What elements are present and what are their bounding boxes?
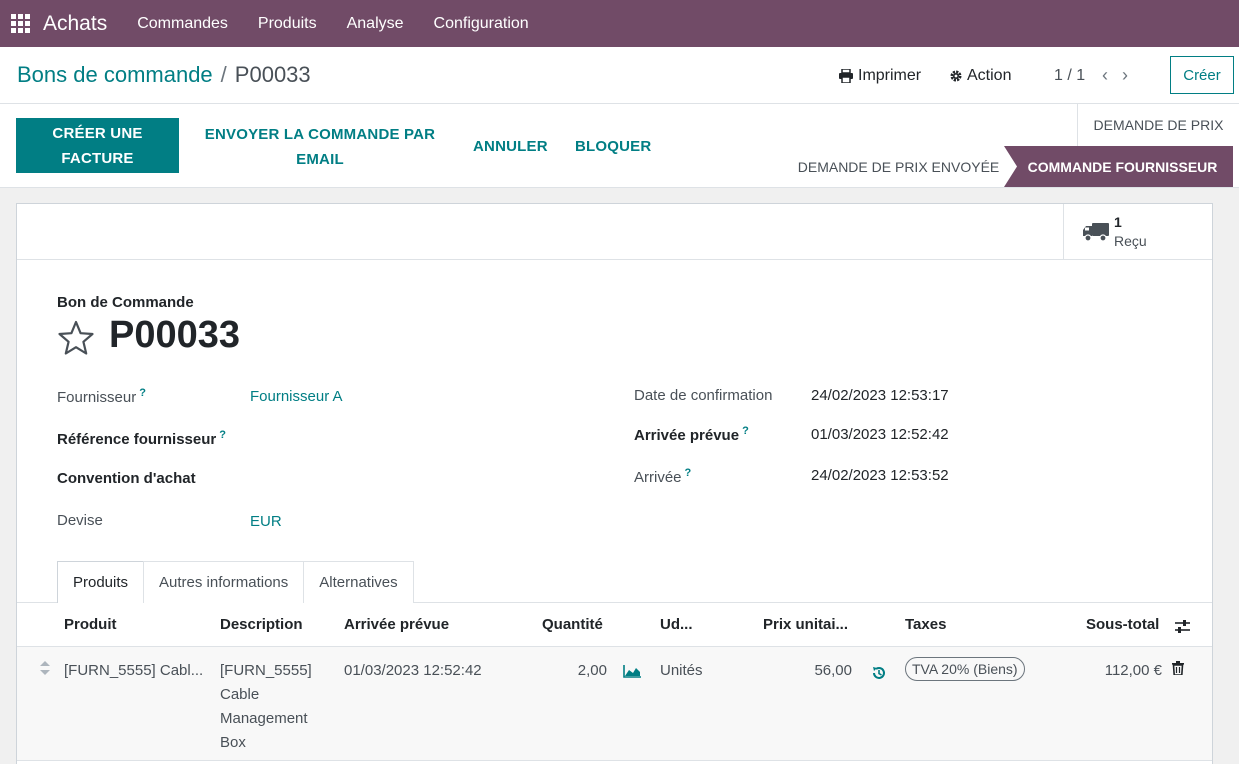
pager-nav: ‹ › (1102, 47, 1142, 104)
col-product[interactable]: Produit (64, 616, 117, 633)
price-history-icon[interactable] (871, 665, 887, 681)
expected-arrival-field[interactable]: 01/03/2023 12:52:42 (811, 426, 949, 443)
send-email-button[interactable]: ENVOYER LA COMMANDE PAR EMAIL (196, 122, 444, 172)
vendor-field[interactable]: Fournisseur A (250, 388, 343, 405)
menu-commandes[interactable]: Commandes (122, 0, 243, 47)
agreement-label: Convention d'achat (57, 470, 196, 487)
statusbar: CRÉER UNE FACTURE ENVOYER LA COMMANDE PA… (0, 104, 1239, 188)
drag-handle-icon[interactable] (40, 661, 50, 675)
arrival-field[interactable]: 24/02/2023 12:53:52 (811, 467, 949, 484)
help-icon[interactable]: ? (219, 429, 226, 441)
control-panel: Bons de commande / P00033 Imprimer Actio… (0, 47, 1239, 104)
col-unit-price[interactable]: Prix unitai... (763, 616, 848, 633)
app-name[interactable]: Achats (43, 12, 107, 36)
confirm-date-field[interactable]: 24/02/2023 12:53:17 (811, 387, 949, 404)
col-subtotal[interactable]: Sous-total (1086, 616, 1159, 633)
pager-value[interactable]: 1 / 1 (1054, 47, 1085, 104)
stage-quotation[interactable]: DEMANDE DE PRIX (1077, 104, 1239, 146)
row-product[interactable]: [FURN_5555] Cabl... (64, 659, 203, 683)
menu-analyse[interactable]: Analyse (332, 0, 419, 47)
vendor-ref-label: Référence fournisseur? (57, 429, 226, 448)
record-name: P00033 (109, 314, 241, 356)
table-row[interactable]: [FURN_5555] Cabl... [FURN_5555] Cable Ma… (17, 647, 1212, 761)
col-quantity[interactable]: Quantité (542, 616, 603, 633)
row-description[interactable]: [FURN_5555] Cable Management Box (220, 659, 330, 755)
create-button[interactable]: Créer (1170, 56, 1234, 94)
trash-icon[interactable] (1172, 661, 1184, 675)
printer-icon (839, 68, 853, 83)
description-line: Cable (220, 686, 260, 703)
currency-label: Devise (57, 512, 103, 529)
breadcrumb-separator: / (220, 62, 227, 87)
chevron-left-icon[interactable]: ‹ (1102, 65, 1108, 86)
row-subtotal: 112,00 € (1104, 662, 1162, 679)
arrival-label: Arrivée? (634, 467, 692, 486)
description-line: Management (220, 710, 308, 727)
table-header: Produit Description Arrivée prévue Quant… (17, 603, 1212, 647)
action-button[interactable]: Action (949, 47, 1011, 104)
form-sheet: 1 Reçu Bon de Commande P00033 Fournisseu… (16, 203, 1213, 764)
column-settings-icon[interactable] (1174, 619, 1191, 634)
stage-quotation-sent[interactable]: DEMANDE DE PRIX ENVOYÉE (790, 146, 1007, 187)
col-uom[interactable]: Ud... (660, 616, 693, 633)
receipt-count: 1 (1114, 213, 1122, 230)
top-navbar: Achats Commandes Produits Analyse Config… (0, 0, 1239, 47)
menu-produits[interactable]: Produits (243, 0, 332, 47)
row-unit-price[interactable]: 56,00 (777, 659, 852, 683)
row-quantity[interactable]: 2,00 (537, 659, 607, 683)
receipt-label: Reçu (1114, 232, 1147, 249)
col-description[interactable]: Description (220, 616, 303, 633)
expected-arrival-label: Arrivée prévue? (634, 425, 749, 444)
tax-badge[interactable]: TVA 20% (Biens) (905, 657, 1025, 681)
col-expected-arrival[interactable]: Arrivée prévue (344, 616, 449, 633)
apps-menu-icon[interactable] (0, 0, 40, 47)
block-button[interactable]: BLOQUER (575, 134, 651, 159)
row-expected-arrival[interactable]: 01/03/2023 12:52:42 (344, 659, 482, 683)
create-invoice-button[interactable]: CRÉER UNE FACTURE (16, 118, 179, 173)
help-icon[interactable]: ? (139, 387, 146, 399)
agreement-field[interactable] (250, 470, 580, 492)
help-icon[interactable]: ? (685, 467, 692, 479)
breadcrumb-current: P00033 (234, 62, 311, 87)
truck-icon (1083, 222, 1109, 242)
row-uom[interactable]: Unités (660, 659, 703, 683)
cancel-button[interactable]: ANNULER (473, 134, 548, 159)
notebook-tabs: Produits Autres informations Alternative… (57, 561, 414, 603)
receipt-smart-button[interactable]: 1 Reçu (1063, 204, 1213, 259)
print-button[interactable]: Imprimer (838, 47, 921, 104)
forecast-chart-icon[interactable] (623, 664, 642, 678)
chevron-right-icon[interactable]: › (1122, 65, 1128, 86)
confirm-date-label: Date de confirmation (634, 387, 773, 404)
record-type-label: Bon de Commande (57, 294, 194, 311)
create-invoice-label: CRÉER UNE FACTURE (52, 124, 143, 167)
smart-button-box: 1 Reçu (17, 204, 1212, 260)
star-icon[interactable] (57, 319, 95, 357)
breadcrumb-parent[interactable]: Bons de commande (17, 62, 213, 88)
menu-configuration[interactable]: Configuration (419, 0, 544, 47)
col-taxes[interactable]: Taxes (905, 616, 946, 633)
action-label: Action (967, 66, 1012, 84)
print-label: Imprimer (858, 66, 922, 84)
currency-field[interactable]: EUR (250, 513, 282, 530)
description-line: Box (220, 734, 246, 751)
description-line: [FURN_5555] (220, 662, 312, 679)
vendor-label: Fournisseur? (57, 387, 146, 406)
help-icon[interactable]: ? (742, 425, 749, 437)
tab-products[interactable]: Produits (57, 561, 145, 603)
vendor-ref-field[interactable] (250, 429, 580, 451)
tab-other-info[interactable]: Autres informations (143, 561, 305, 603)
breadcrumb: Bons de commande / P00033 (17, 62, 311, 88)
gear-icon (950, 70, 962, 81)
stage-purchase-order[interactable]: COMMANDE FOURNISSEUR (1004, 146, 1233, 187)
tab-alternatives[interactable]: Alternatives (303, 561, 414, 603)
